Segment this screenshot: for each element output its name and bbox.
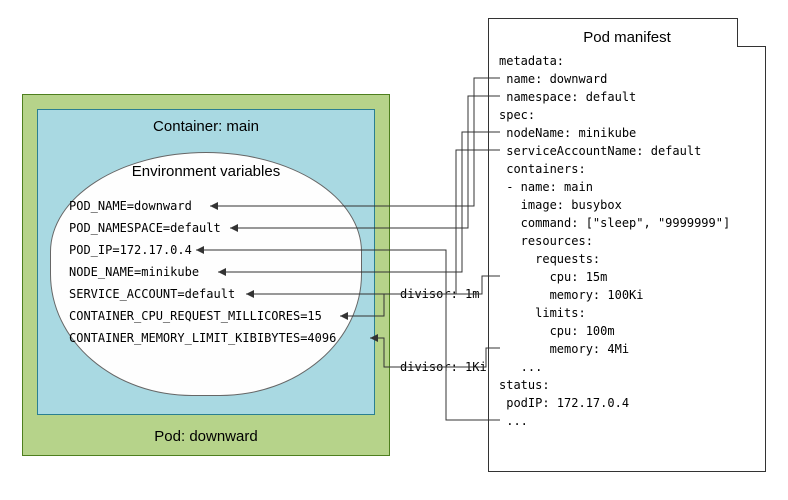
container-box: Container: main Environment variables PO…	[37, 109, 375, 415]
env-row: POD_NAMESPACE=default	[69, 217, 343, 239]
yaml-line: status:	[499, 378, 550, 392]
yaml-line: cpu: 100m	[499, 324, 615, 338]
env-val: default	[185, 287, 236, 301]
yaml-line: namespace: default	[499, 90, 636, 104]
yaml-line: metadata:	[499, 54, 564, 68]
env-val: 4096	[307, 331, 336, 345]
yaml-line: requests:	[499, 252, 600, 266]
env-key: CONTAINER_MEMORY_LIMIT_KIBIBYTES	[69, 331, 300, 345]
pod-label: Pod: downward	[23, 428, 389, 445]
yaml-line: name: downward	[499, 72, 607, 86]
yaml-line: nodeName: minikube	[499, 126, 636, 140]
diagram-stage: Container: main Environment variables PO…	[0, 0, 788, 500]
env-key: POD_IP	[69, 243, 112, 257]
yaml-line: cpu: 15m	[499, 270, 607, 284]
yaml-line: ...	[499, 414, 528, 428]
env-row: CONTAINER_CPU_REQUEST_MILLICORES=15	[69, 305, 343, 327]
env-key: POD_NAMESPACE	[69, 221, 163, 235]
yaml-line: podIP: 172.17.0.4	[499, 396, 629, 410]
env-cloud-title: Environment variables	[51, 163, 361, 180]
divisor-cpu-label: divisor: 1m	[398, 287, 481, 301]
yaml-line: ...	[499, 360, 542, 374]
env-row: POD_NAME=downward	[69, 195, 343, 217]
yaml-line: memory: 100Ki	[499, 288, 644, 302]
env-key: SERVICE_ACCOUNT	[69, 287, 177, 301]
env-val: downward	[134, 199, 192, 213]
yaml-line: - name: main	[499, 180, 593, 194]
env-row: NODE_NAME=minikube	[69, 261, 343, 283]
yaml-line: containers:	[499, 162, 586, 176]
env-cloud: Environment variables POD_NAME=downward …	[50, 152, 362, 396]
yaml-line: memory: 4Mi	[499, 342, 629, 356]
manifest-doc: Pod manifest metadata: name: downward na…	[488, 18, 766, 472]
env-val: 172.17.0.4	[120, 243, 192, 257]
yaml-line: resources:	[499, 234, 593, 248]
env-row: SERVICE_ACCOUNT=default	[69, 283, 343, 305]
env-row: CONTAINER_MEMORY_LIMIT_KIBIBYTES=4096	[69, 327, 343, 349]
env-val: minikube	[141, 265, 199, 279]
pod-box: Container: main Environment variables PO…	[22, 94, 390, 456]
divisor-mem-label: divisor: 1Ki	[398, 360, 489, 374]
env-row: POD_IP=172.17.0.4	[69, 239, 343, 261]
env-list: POD_NAME=downward POD_NAMESPACE=default …	[69, 195, 343, 349]
env-val: default	[170, 221, 221, 235]
env-val: 15	[307, 309, 321, 323]
env-key: CONTAINER_CPU_REQUEST_MILLICORES	[69, 309, 300, 323]
container-label: Container: main	[38, 118, 374, 135]
env-key: NODE_NAME	[69, 265, 134, 279]
yaml-line: limits:	[499, 306, 586, 320]
yaml-line: spec:	[499, 108, 535, 122]
env-key: POD_NAME	[69, 199, 127, 213]
manifest-title: Pod manifest	[489, 29, 765, 46]
manifest-yaml: metadata: name: downward namespace: defa…	[499, 52, 765, 430]
yaml-line: image: busybox	[499, 198, 622, 212]
yaml-line: command: ["sleep", "9999999"]	[499, 216, 730, 230]
yaml-line: serviceAccountName: default	[499, 144, 701, 158]
